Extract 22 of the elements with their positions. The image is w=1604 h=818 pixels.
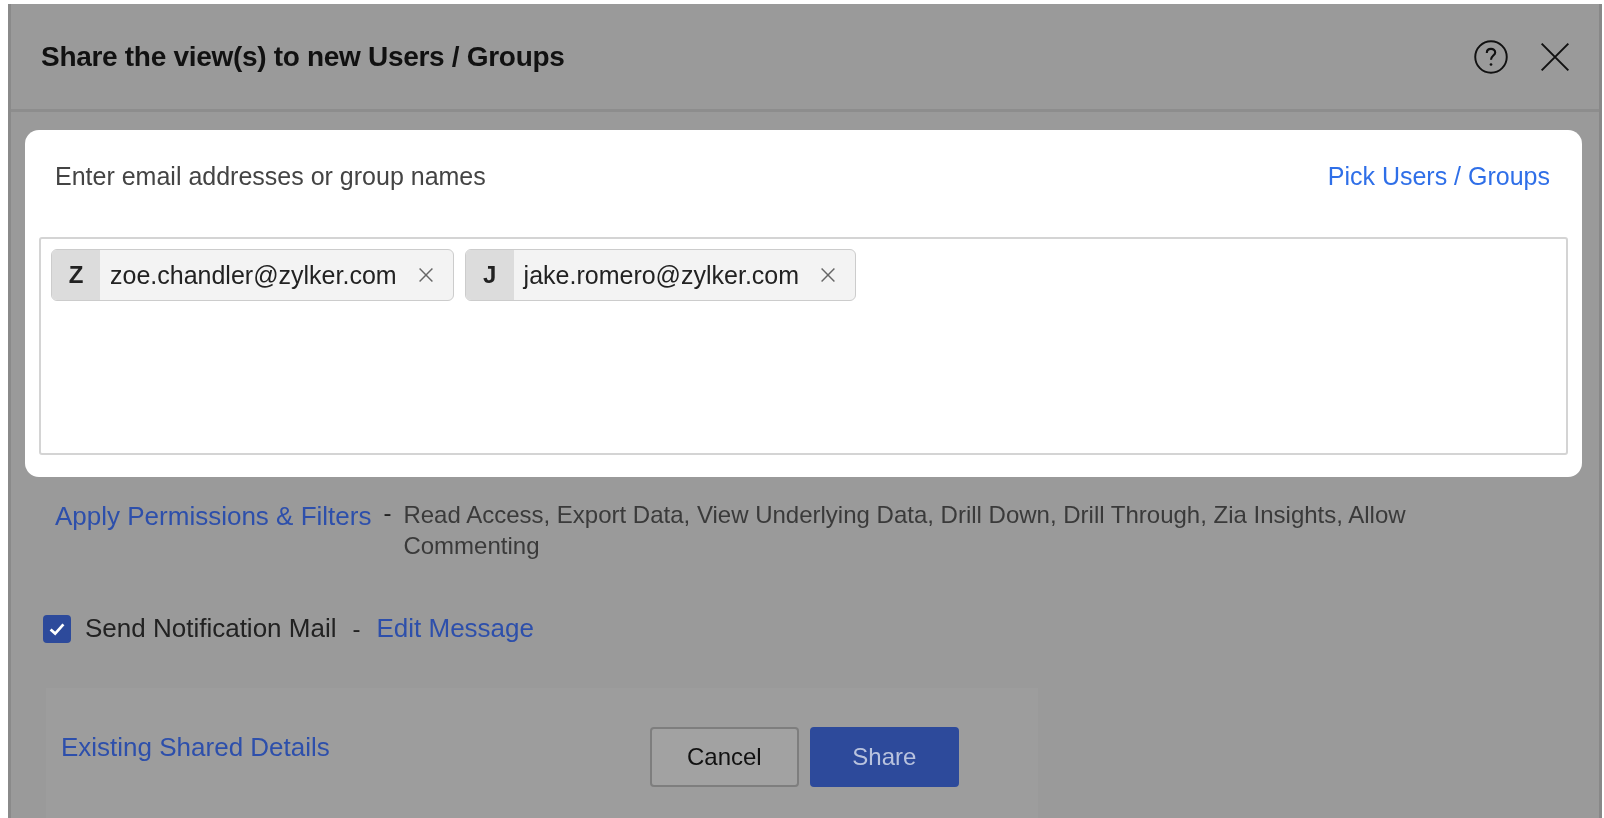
field-label: Enter email addresses or group names <box>55 162 486 191</box>
avatar-initial: Z <box>52 250 100 300</box>
dialog-title: Share the view(s) to new Users / Groups <box>41 40 565 73</box>
pick-users-link[interactable]: Pick Users / Groups <box>1327 162 1550 191</box>
recipient-chip[interactable]: J jake.romero@zylker.com <box>464 249 857 301</box>
separator-dash: - <box>382 499 393 527</box>
recipients-input-field[interactable]: Z zoe.chandler@zylker.com J jake.romero@zylker.com <box>39 237 1568 455</box>
permissions-summary: Read Access, Export Data, View Underlying Data, Drill Down, Drill Through, Zia Insights, Allow Commenting <box>403 500 1407 561</box>
recipient-email: zoe.chandler@zylker.com <box>109 260 398 290</box>
help-icon[interactable] <box>1473 38 1509 75</box>
notification-label: Send Notification Mail <box>85 613 337 644</box>
recipient-chip[interactable]: Z zoe.chandler@zylker.com <box>51 249 454 301</box>
avatar-initial: J <box>465 250 514 300</box>
edit-message-link[interactable]: Edit Message <box>376 613 534 644</box>
share-button[interactable]: Share <box>809 727 959 787</box>
existing-shared-details-link[interactable]: Existing Shared Details <box>61 731 330 763</box>
recipient-email: jake.romero@zylker.com <box>522 260 801 290</box>
notification-checkbox[interactable] <box>43 614 71 643</box>
apply-permissions-link[interactable]: Apply Permissions & Filters <box>55 499 372 532</box>
separator-dash: - <box>351 614 362 643</box>
close-icon[interactable] <box>1539 40 1571 73</box>
cancel-button[interactable]: Cancel <box>649 727 799 787</box>
